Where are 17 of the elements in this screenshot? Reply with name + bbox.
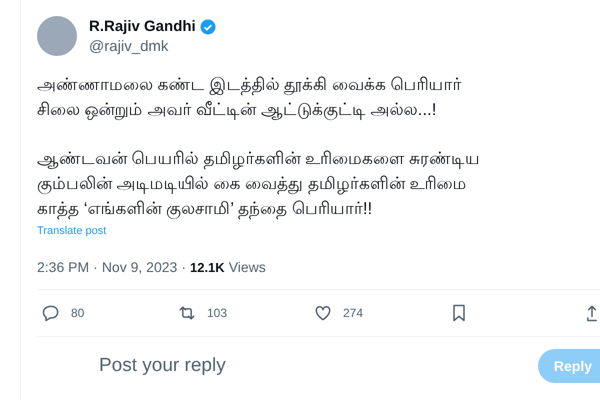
share-icon <box>585 303 599 323</box>
author-name: R.Rajiv Gandhi <box>89 18 196 35</box>
like-button[interactable]: 274 <box>313 303 449 323</box>
reply-button[interactable]: 80 <box>41 303 177 323</box>
views-count: 12.1K <box>190 260 225 274</box>
author-handle: @rajiv_dmk <box>89 38 170 54</box>
post-date: Nov 9, 2023 <box>102 259 178 275</box>
speech-bubble-icon <box>41 303 61 323</box>
post-text: அண்ணாமலை கண்ட இடத்தில் தூக்கி வைக்க பெரியார் சிலை ஒன்றும் அவர் வீட்டின் ஆட்டுக்குட்டி அல்ல...! <box>37 74 463 122</box>
separator-dot: · <box>93 259 98 275</box>
separator-dot: · <box>181 259 186 275</box>
avatar[interactable] <box>37 16 77 56</box>
heart-icon <box>313 303 333 323</box>
post-text: ஆண்டவன் பெயரில் தமிழர்களின் உரிமைகளை சுரண்டிய கும்பலின் அடிமடியில் கை வைத்து தமிழர்களின் உரிமை காத்த ‘எங்களின் குலசாமி’ தந்தை பெரியார்!! <box>37 148 481 221</box>
repost-button[interactable]: 103 <box>177 303 313 323</box>
post-time: 2:36 PM <box>37 259 90 275</box>
views-label: Views <box>228 259 266 275</box>
